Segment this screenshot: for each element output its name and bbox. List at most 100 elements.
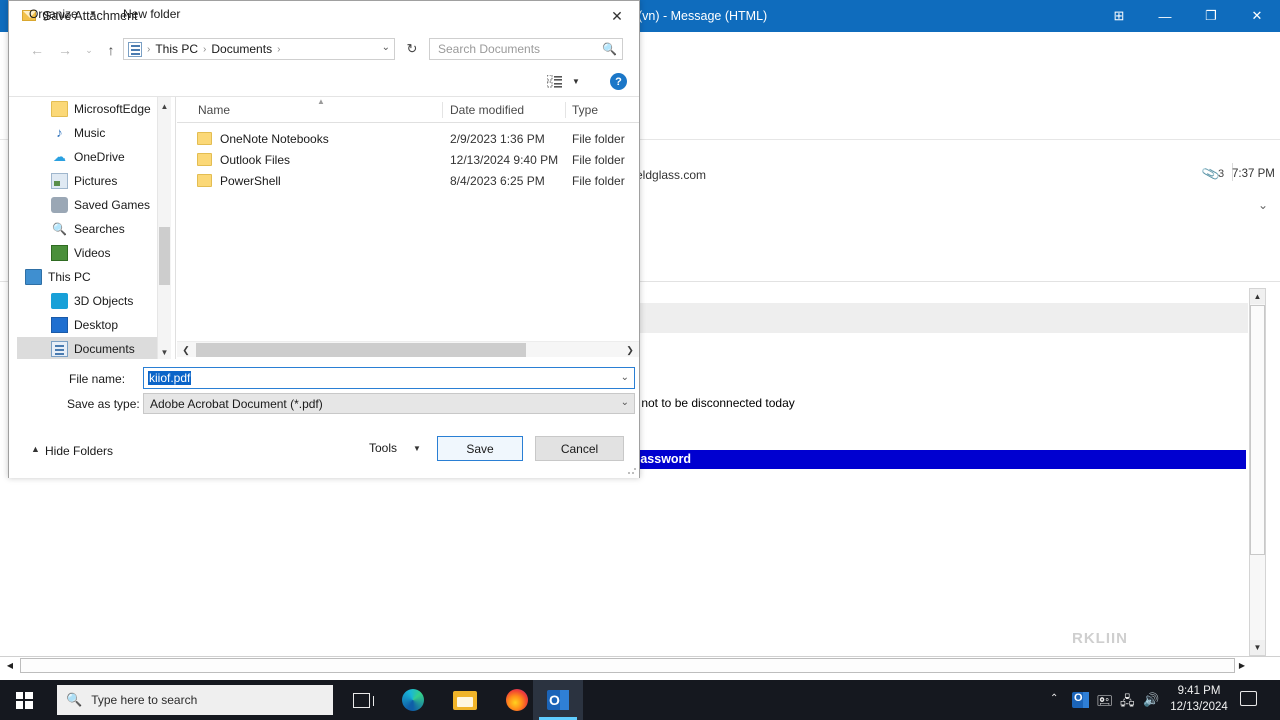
start-button[interactable] [0, 680, 48, 720]
meet-now-icon[interactable]: 🖭 [1097, 692, 1112, 714]
search-icon[interactable]: 🔍 [602, 42, 617, 56]
save-button[interactable]: Save [437, 436, 523, 461]
outlook-window-title: (vn) - Message (HTML) [638, 9, 768, 23]
notification-icon[interactable] [1240, 691, 1257, 706]
sidebar-item-microsoftedge[interactable]: MicrosoftEdge [17, 97, 169, 121]
save-as-type-select[interactable]: Adobe Acrobat Document (*.pdf) ⌄ [143, 393, 635, 414]
sort-ascending-icon: ▲ [317, 97, 325, 106]
sidebar-item-onedrive[interactable]: ☁ OneDrive [17, 145, 169, 169]
volume-icon[interactable]: 🔊 [1143, 692, 1159, 708]
column-header-date-modified[interactable]: Date modified [450, 103, 524, 117]
chevron-down-icon[interactable]: ⌄ [621, 372, 629, 383]
file-name: Outlook Files [220, 152, 291, 167]
message-vertical-scrollbar[interactable]: ▲ ▼ [1249, 288, 1266, 656]
help-icon[interactable]: ? [610, 73, 627, 90]
outlook-tray-icon[interactable] [1072, 692, 1089, 708]
music-icon: ♪ [56, 125, 63, 140]
chevron-down-icon[interactable]: ⌄ [1258, 198, 1268, 212]
search-input[interactable]: 🔍 Type here to search [57, 685, 333, 715]
task-view-icon [352, 692, 374, 708]
hscroll-left-arrow[interactable]: ◀ [2, 658, 18, 673]
column-separator[interactable] [442, 102, 443, 118]
scroll-down-arrow[interactable]: ▼ [1250, 640, 1265, 655]
message-horizontal-scrollbar[interactable]: ◀ ▶ [0, 656, 1280, 674]
desktop-icon [51, 317, 68, 333]
searches-icon: 🔍 [52, 222, 67, 236]
sidebar-item-label: Videos [74, 246, 111, 260]
sidebar-item-searches[interactable]: 🔍 Searches [17, 217, 169, 241]
chevron-up-icon[interactable]: ▲ [31, 444, 40, 454]
pane-splitter[interactable] [175, 97, 176, 361]
chevron-down-icon[interactable]: ▼ [413, 444, 421, 453]
table-row[interactable]: OneNote Notebooks 2/9/2023 1:36 PM File … [177, 128, 639, 149]
sidebar-item-saved-games[interactable]: Saved Games [17, 193, 169, 217]
refresh-button[interactable]: ↻ [401, 38, 423, 60]
sidebar-item-desktop[interactable]: Desktop [17, 313, 169, 337]
hscroll-right-arrow[interactable]: ❯ [623, 343, 637, 357]
tools-button[interactable]: Tools [369, 441, 397, 455]
show-hidden-icons-button[interactable]: ⌃ [1050, 693, 1058, 704]
file-list-horizontal-scrollbar[interactable]: ❮ ❯ [177, 341, 639, 357]
clock-date[interactable]: 12/13/2024 [1166, 701, 1232, 713]
search-icon: 🔍 [66, 692, 83, 707]
recent-locations-button[interactable]: ⌄ [77, 38, 101, 62]
outlook-taskbar-button[interactable] [533, 680, 583, 720]
file-type: File folder [572, 131, 625, 146]
horizontal-scroll-thumb[interactable] [20, 658, 1235, 673]
sidebar-item-label: This PC [48, 270, 91, 284]
table-row[interactable]: Outlook Files 12/13/2024 9:40 PM File fo… [177, 149, 639, 170]
minimize-button[interactable]: — [1142, 0, 1188, 32]
hscroll-right-arrow[interactable]: ▶ [1234, 658, 1250, 673]
sidebar-item-this-pc[interactable]: This PC [17, 265, 169, 289]
clock-time[interactable]: 9:41 PM [1166, 685, 1232, 697]
hscroll-thumb[interactable] [196, 343, 526, 357]
ribbon-display-options-button[interactable]: ⊞ [1096, 0, 1142, 32]
edge-taskbar-button[interactable] [389, 680, 437, 720]
hide-folders-button[interactable]: Hide Folders [45, 444, 113, 458]
close-button[interactable]: ✕ [1234, 0, 1280, 32]
column-separator[interactable] [565, 102, 566, 118]
chevron-down-icon[interactable]: ⌄ [382, 42, 390, 53]
body-line-disconnect: s not to be disconnected today [632, 396, 795, 410]
navpane-scrollbar[interactable]: ▲ ▼ [157, 97, 171, 361]
breadcrumb-item-documents[interactable]: Documents [211, 42, 272, 56]
sidebar-item-pictures[interactable]: Pictures [17, 169, 169, 193]
folder-icon [51, 101, 68, 117]
sidebar-item-videos[interactable]: Videos [17, 241, 169, 265]
network-icon[interactable]: 🖧 [1120, 692, 1135, 714]
back-button[interactable]: ← [25, 38, 49, 62]
sidebar-item-label: Pictures [74, 174, 118, 188]
view-list-icon[interactable] [546, 74, 563, 88]
maximize-button[interactable]: ❐ [1188, 0, 1234, 32]
chevron-down-icon[interactable]: ▼ [89, 9, 97, 18]
navpane-scroll-thumb[interactable] [159, 227, 170, 285]
vertical-scroll-thumb[interactable] [1250, 305, 1265, 555]
breadcrumb-item-this-pc[interactable]: This PC [155, 42, 198, 56]
chevron-down-icon[interactable]: ⌄ [621, 397, 629, 408]
breadcrumb[interactable]: › This PC › Documents › ⌄ [123, 38, 395, 60]
cancel-button[interactable]: Cancel [535, 436, 624, 461]
navpane-scroll-down-arrow[interactable]: ▼ [158, 345, 171, 359]
hscroll-left-arrow[interactable]: ❮ [179, 343, 193, 357]
task-view-button[interactable] [337, 680, 385, 720]
column-header-name[interactable]: Name [198, 103, 230, 117]
edge-icon [402, 689, 424, 711]
file-explorer-taskbar-button[interactable] [441, 680, 489, 720]
organize-button[interactable]: Organize [29, 7, 78, 21]
resize-grip[interactable] [627, 465, 637, 475]
forward-button[interactable]: → [53, 38, 77, 62]
column-header-type[interactable]: Type [572, 103, 598, 117]
scroll-up-arrow[interactable]: ▲ [1250, 289, 1265, 304]
sidebar-item-music[interactable]: ♪ Music [17, 121, 169, 145]
search-input[interactable]: Search Documents 🔍 [429, 38, 623, 60]
up-one-level-button[interactable]: ↑ [99, 38, 123, 62]
sidebar-item-documents[interactable]: Documents [17, 337, 169, 361]
chevron-down-icon[interactable]: ▼ [572, 77, 580, 86]
sidebar-item-3d-objects[interactable]: 3D Objects [17, 289, 169, 313]
new-folder-button[interactable]: New folder [123, 7, 180, 21]
dialog-close-button[interactable]: ✕ [595, 1, 639, 31]
table-row[interactable]: PowerShell 8/4/2023 6:25 PM File folder [177, 170, 639, 191]
sidebar-item-label: 3D Objects [74, 294, 134, 308]
navpane-scroll-up-arrow[interactable]: ▲ [158, 99, 171, 113]
file-name-input[interactable]: kiiof.pdf ⌄ [143, 367, 635, 389]
